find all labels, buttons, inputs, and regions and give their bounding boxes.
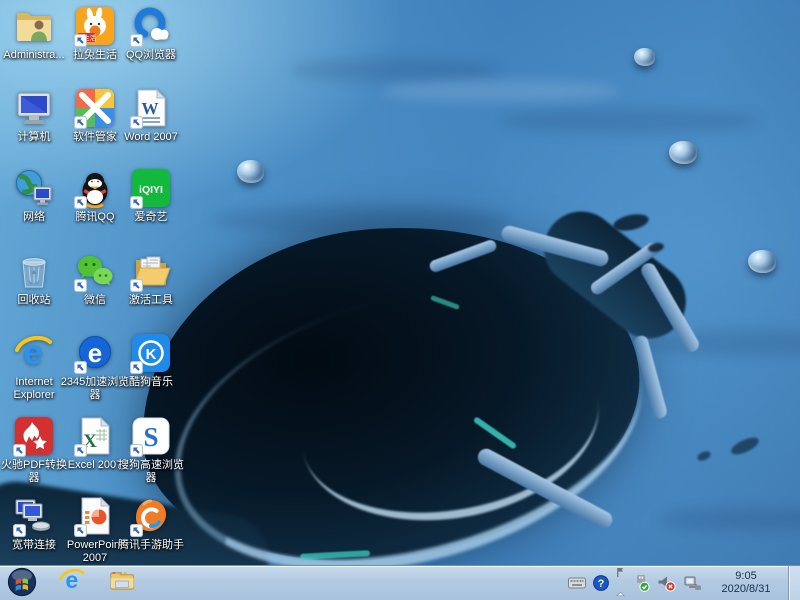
powerpoint-icon	[74, 496, 115, 537]
desktop-icon-tencent-game-helper[interactable]: 腾讯手游助手	[113, 496, 189, 552]
hidden-icons-arrow-icon	[616, 584, 625, 600]
wechat-icon	[74, 251, 115, 292]
iqiyi-icon: iQIYI	[130, 168, 171, 209]
broadband-icon	[13, 496, 54, 537]
desktop-icon-kugou-music[interactable]: K 酷狗音乐	[113, 333, 189, 389]
desktop-icon-label: QQ浏览器	[125, 49, 177, 61]
notification-area-flag[interactable]	[616, 565, 625, 600]
taskbar-internet-explorer-button[interactable]: e	[57, 567, 87, 599]
shortcut-arrow-overlay	[130, 34, 143, 47]
clock-time: 9:05	[735, 570, 757, 582]
shortcut-arrow-overlay	[74, 361, 87, 374]
desktop-icon-iqiyi[interactable]: iQIYI 爱奇艺	[113, 168, 189, 224]
desktop-icon-label: 爱奇艺	[134, 211, 168, 223]
internet-explorer-icon: e	[59, 567, 86, 599]
usb-safely-remove-icon[interactable]	[632, 574, 650, 592]
computer-icon	[14, 88, 54, 128]
desktop-icon-label: 酷狗音乐	[129, 376, 173, 388]
shortcut-arrow-overlay	[130, 524, 143, 537]
shortcut-arrow-overlay	[130, 444, 143, 457]
desktop-icon-label: 腾讯手游助手	[118, 539, 184, 551]
svg-text:iQIYI: iQIYI	[139, 184, 163, 196]
help-icon[interactable]: ?	[593, 575, 609, 591]
windows-logo-icon	[7, 567, 37, 600]
svg-text:?: ?	[598, 578, 605, 590]
taskbar-windows-explorer-button[interactable]	[107, 568, 137, 598]
shortcut-arrow-overlay	[74, 279, 87, 292]
shortcut-arrow-overlay	[74, 196, 87, 209]
shortcut-arrow-overlay	[74, 116, 87, 129]
pdf-converter-icon	[13, 416, 54, 457]
svg-text:e: e	[88, 338, 102, 368]
shortcut-arrow-overlay	[130, 196, 143, 209]
windows7-desktop: Administra...兔生活拉兔生活QQ浏览器计算机软件管家WWord 20…	[0, 0, 800, 600]
desktop-icon-word[interactable]: W Word 2007	[113, 88, 189, 144]
desktop-icon-grid: Administra...兔生活拉兔生活QQ浏览器计算机软件管家WWord 20…	[0, 0, 800, 565]
shortcut-arrow-overlay	[130, 361, 143, 374]
desktop-icon-label: 搜狗高速浏览器	[118, 459, 184, 484]
excel-icon: X	[74, 416, 115, 457]
folder-icon	[108, 567, 136, 600]
internet-explorer-icon: e	[14, 333, 54, 373]
network-icon	[14, 168, 54, 208]
shortcut-arrow-overlay	[13, 524, 26, 537]
qq-browser-icon	[130, 6, 171, 47]
svg-text:W: W	[142, 99, 159, 118]
svg-text:K: K	[146, 346, 157, 363]
software-manager-icon	[74, 88, 115, 129]
input-keyboard-icon[interactable]	[568, 577, 586, 589]
browser-2345-icon: e	[74, 333, 115, 374]
system-tray: ? 9:05 2020/8/31	[568, 566, 800, 600]
desktop-icon-sogou-browser[interactable]: S 搜狗高速浏览器	[113, 416, 189, 485]
desktop-icon-label: Word 2007	[124, 131, 178, 143]
kugou-music-icon: K	[130, 333, 171, 374]
sogou-browser-icon: S	[130, 416, 171, 457]
shortcut-arrow-overlay	[74, 34, 87, 47]
clock-date: 2020/8/31	[721, 583, 771, 595]
shortcut-arrow-overlay	[13, 444, 26, 457]
action-center-flag-icon	[616, 565, 625, 583]
latu-life-icon: 兔生活	[74, 6, 115, 47]
recycle-bin-icon	[14, 251, 54, 291]
shortcut-arrow-overlay	[130, 279, 143, 292]
tencent-game-helper-icon	[130, 496, 171, 537]
shortcut-arrow-overlay	[130, 116, 143, 129]
taskbar: e ? 9:05 2020/8/31	[0, 565, 800, 600]
desktop-icon-activation-tools[interactable]: 激活工具	[113, 251, 189, 307]
start-button[interactable]	[7, 567, 37, 600]
desktop-icon-qq-browser[interactable]: QQ浏览器	[113, 6, 189, 62]
svg-text:S: S	[143, 422, 158, 452]
tencent-qq-icon	[74, 168, 115, 209]
activation-tools-icon	[130, 251, 171, 292]
shortcut-arrow-overlay	[74, 524, 87, 537]
user-folder-icon	[14, 6, 54, 46]
show-desktop-button[interactable]	[788, 566, 800, 600]
shortcut-arrow-overlay	[74, 444, 87, 457]
tray-clock[interactable]: 9:05 2020/8/31	[715, 570, 777, 596]
volume-muted-icon[interactable]	[657, 574, 676, 592]
word-icon: W	[130, 88, 171, 129]
network-status-icon[interactable]	[683, 575, 702, 591]
desktop-icon-label: 激活工具	[129, 294, 173, 306]
